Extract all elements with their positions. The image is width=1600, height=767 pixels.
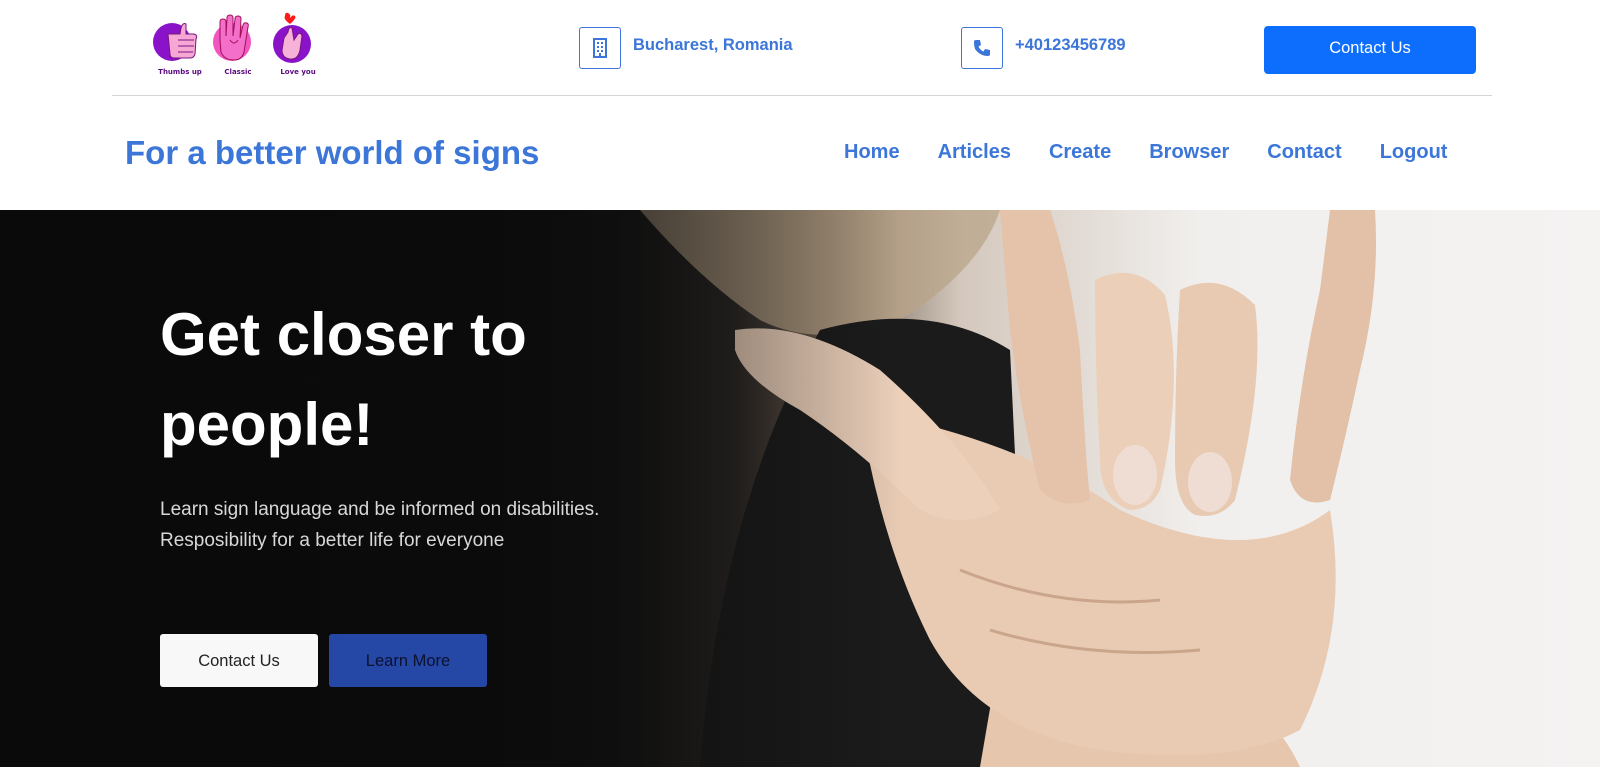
phone-text[interactable]: +40123456789 [1015, 36, 1126, 55]
nav-link-home[interactable]: Home [844, 141, 900, 164]
logo-caption: Love you [280, 68, 316, 76]
logo-caption: Thumbs up [158, 68, 202, 76]
nav-link-create[interactable]: Create [1049, 141, 1111, 164]
hero-subtitle-line: Resposibility for a better life for ever… [160, 530, 505, 551]
hero-title-line: people! [160, 391, 374, 458]
top-bar: Thumbs up Classic Love you Bucharest, Ro… [0, 0, 1600, 96]
contact-us-button[interactable]: Contact Us [1264, 26, 1476, 74]
love-you-logo[interactable]: Love you [268, 10, 328, 82]
hero-title-line: Get closer to [160, 301, 527, 368]
phone-info: +40123456789 [961, 27, 1126, 69]
hero-section: Get closer to people! Learn sign languag… [0, 210, 1600, 767]
hero-learn-more-button[interactable]: Learn More [329, 634, 487, 687]
logo-group[interactable]: Thumbs up Classic Love you [150, 10, 320, 82]
phone-icon-box [961, 27, 1003, 69]
building-icon [593, 38, 607, 58]
nav-link-contact[interactable]: Contact [1267, 141, 1341, 164]
location-icon-box [579, 27, 621, 69]
logo-caption: Classic [224, 68, 252, 76]
hero-contact-us-button[interactable]: Contact Us [160, 634, 318, 687]
hero-subtitle-line: Learn sign language and be informed on d… [160, 499, 600, 520]
nav-link-logout[interactable]: Logout [1380, 141, 1448, 164]
finger-heart-icon [273, 12, 311, 63]
phone-icon [974, 40, 990, 56]
nav-link-browser[interactable]: Browser [1149, 141, 1229, 164]
main-navbar: For a better world of signs Home Article… [0, 96, 1600, 210]
brand-title[interactable]: For a better world of signs [125, 134, 539, 172]
location-text: Bucharest, Romania [633, 35, 793, 54]
classic-logo[interactable]: Classic [208, 10, 268, 82]
location-info: Bucharest, Romania [579, 27, 793, 69]
nav-link-articles[interactable]: Articles [938, 141, 1011, 164]
nav-menu: Home Articles Create Browser Contact Log… [844, 141, 1485, 164]
hero-title: Get closer to people! [160, 290, 760, 470]
hero-subtitle: Learn sign language and be informed on d… [160, 494, 760, 556]
thumbs-up-logo[interactable]: Thumbs up [150, 10, 210, 82]
open-hand-icon [213, 14, 251, 61]
thumbs-up-hand-icon [153, 23, 198, 61]
